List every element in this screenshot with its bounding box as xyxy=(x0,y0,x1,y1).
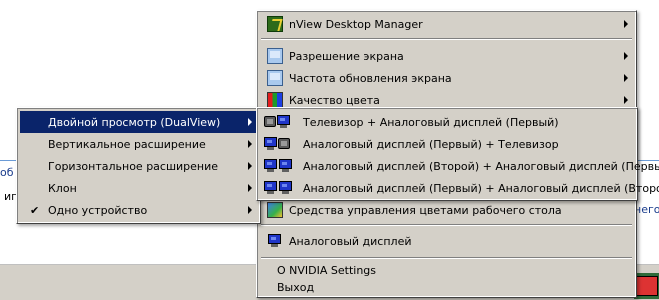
submenu-arrow-icon xyxy=(624,96,628,104)
submenu-arrow-icon xyxy=(624,74,628,82)
menu-item-label: Качество цвета xyxy=(289,93,380,107)
config-analog-first-second[interactable]: Аналоговый дисплей (Первый) + Аналоговый… xyxy=(260,177,659,199)
menu-item-refresh-rate[interactable]: Частота обновления экрана xyxy=(260,67,633,89)
monitor-icon xyxy=(264,181,277,195)
submenu-arrow-icon xyxy=(248,118,252,126)
tray-icon[interactable] xyxy=(636,276,658,296)
menu-item-label: Средства управления цветами рабочего сто… xyxy=(289,203,562,217)
submenu-arrow-icon xyxy=(624,20,628,28)
submenu-item-horizontal-span[interactable]: Горизонтальное расширение xyxy=(20,155,257,177)
screen-icon xyxy=(267,70,283,86)
menu-item-analog-display[interactable]: Аналоговый дисплей xyxy=(260,230,633,252)
monitor-icon xyxy=(264,159,277,173)
monitor-icon xyxy=(279,181,292,195)
checkmark-icon: ✔ xyxy=(30,203,40,217)
submenu-item-label: Двойной просмотр (DualView) xyxy=(48,115,221,129)
config-option-label: Аналоговый дисплей (Первый) + Аналоговый… xyxy=(303,181,659,195)
monitor-icon xyxy=(277,115,290,129)
background-link-text[interactable]: об xyxy=(0,166,14,179)
menu-item-color-tools[interactable]: Средства управления цветами рабочего сто… xyxy=(260,199,633,221)
menu-item-label: Аналоговый дисплей xyxy=(289,234,412,248)
submenu-item-single-device[interactable]: ✔ Одно устройство xyxy=(20,199,257,221)
color-tools-icon xyxy=(267,202,283,218)
menu-item-label: Разрешение экрана xyxy=(289,49,404,63)
submenu-arrow-icon xyxy=(248,184,252,192)
menu-separator xyxy=(261,38,632,40)
config-option-label: Аналоговый дисплей (Первый) + Телевизор xyxy=(303,137,559,151)
menu-item-label: Частота обновления экрана xyxy=(289,71,452,85)
submenu-item-label: Горизонтальное расширение xyxy=(48,159,219,173)
submenu-item-label: Клон xyxy=(48,181,77,195)
config-tv-analog-first[interactable]: Телевизор + Аналоговый дисплей (Первый) xyxy=(260,111,634,133)
menu-separator xyxy=(261,257,632,259)
config-option-label: Телевизор + Аналоговый дисплей (Первый) xyxy=(303,115,559,129)
submenu-item-label: Вертикальное расширение xyxy=(48,137,206,151)
submenu-arrow-icon xyxy=(624,52,628,60)
menu-item-label: nView Desktop Manager xyxy=(289,17,423,31)
menu-item-label: Выход xyxy=(277,280,315,294)
submenu-arrow-icon xyxy=(248,206,252,214)
tv-icon xyxy=(264,115,276,129)
background-text: иг xyxy=(4,190,17,203)
menu-item-exit[interactable]: Выход xyxy=(260,278,633,296)
monitor-icon xyxy=(268,234,281,248)
color-bars-icon xyxy=(267,92,283,108)
tv-icon xyxy=(278,137,290,151)
menu-item-label: О NVIDIA Settings xyxy=(277,263,377,277)
monitor-icon xyxy=(264,137,277,151)
config-analog-second-first[interactable]: Аналоговый дисплей (Второй) + Аналоговый… xyxy=(260,155,659,177)
submenu-arrow-icon xyxy=(248,140,252,148)
dualview-mode-submenu: Двойной просмотр (DualView) Вертикальное… xyxy=(16,107,261,224)
menu-item-resolution[interactable]: Разрешение экрана xyxy=(260,45,633,67)
submenu-arrow-icon xyxy=(248,162,252,170)
background-link-text-right[interactable]: него xyxy=(634,203,659,216)
menu-item-about[interactable]: О NVIDIA Settings xyxy=(260,261,633,279)
screen-icon xyxy=(267,48,283,64)
submenu-item-clone[interactable]: Клон xyxy=(20,177,257,199)
submenu-item-vertical-span[interactable]: Вертикальное расширение xyxy=(20,133,257,155)
config-option-label: Аналоговый дисплей (Второй) + Аналоговый… xyxy=(303,159,659,173)
menu-item-nview[interactable]: nView Desktop Manager xyxy=(260,13,633,35)
display-config-submenu: Телевизор + Аналоговый дисплей (Первый) … xyxy=(256,107,659,201)
nview-icon xyxy=(267,16,283,32)
config-analog-first-tv[interactable]: Аналоговый дисплей (Первый) + Телевизор xyxy=(260,133,634,155)
submenu-item-label: Одно устройство xyxy=(48,203,148,217)
submenu-item-dualview[interactable]: Двойной просмотр (DualView) xyxy=(20,111,257,133)
monitor-icon xyxy=(279,159,292,173)
menu-separator xyxy=(261,224,632,226)
